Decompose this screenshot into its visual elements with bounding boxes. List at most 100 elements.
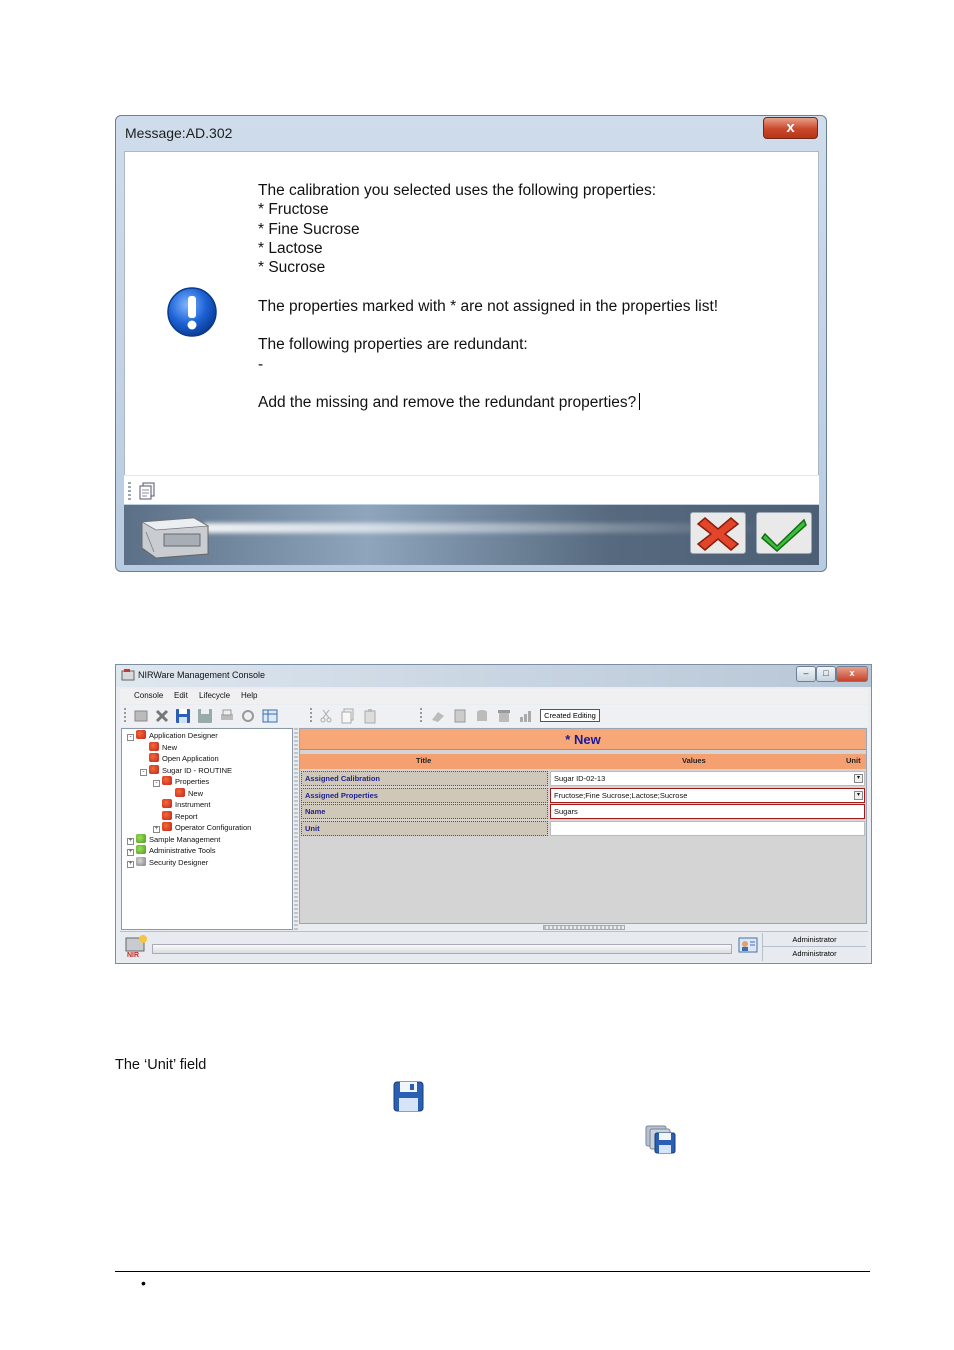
tree-toggle[interactable]: + [127,849,134,856]
property-row: Assigned Properties Fructose;Fine Sucrose… [300,787,866,803]
puzzle-icon [136,730,146,739]
archive-icon[interactable] [496,708,512,724]
dialog-message-line: * Lactose [258,239,323,257]
svg-text:NIR: NIR [127,952,139,959]
app-icon [121,669,135,681]
grid-header-unit: Unit [846,756,861,765]
property-value-field[interactable]: Sugars [550,804,865,819]
property-label: Name [301,804,548,819]
cancel-button[interactable] [690,512,746,554]
tree-toggle[interactable]: + [127,860,134,868]
dialog-footer-banner [124,505,819,565]
message-dialog: Message:AD.302 x The calibration you sel… [115,115,827,572]
maximize-button[interactable]: □ [816,666,836,682]
unit-field-caption: The ‘Unit’ field [115,1057,207,1073]
tree-toggle[interactable]: - [153,780,160,787]
tree-item[interactable]: + Sample Management [127,833,220,845]
cut-icon[interactable] [318,708,334,724]
instrument-device-icon [140,517,210,559]
tree-item-label: New [162,742,178,752]
tree-item[interactable]: New [166,787,204,799]
database-icon[interactable] [474,708,490,724]
dialog-body: The calibration you selected uses the fo… [124,151,819,504]
menu-bar: Console Edit Lifecycle Help [120,689,868,704]
tree-item[interactable]: + Security Designer [127,856,209,868]
tree-toggle[interactable]: - [127,734,134,741]
footer-rule [115,1271,870,1272]
tree-item[interactable]: + Administrative Tools [127,845,216,856]
tree-item-label: Application Designer [149,731,218,740]
chart-icon[interactable] [517,708,533,724]
dialog-message-line: * Fructose [258,201,329,219]
property-value-field[interactable] [550,820,865,836]
copy-icon[interactable] [138,482,156,500]
property-label: Unit [301,820,548,836]
dialog-message-line [258,316,798,335]
property-row: Assigned Calibration Sugar ID-02-13 ▾ [300,771,866,786]
dialog-title: Message:AD.302 [125,125,233,141]
tree-item[interactable]: - Properties [153,776,209,787]
bullet-mark: • [141,1275,146,1291]
refresh-icon[interactable] [240,708,256,724]
grid-view-icon[interactable] [262,708,278,724]
dialog-message-line: - [258,355,264,373]
menu-lifecycle[interactable]: Lifecycle [199,691,230,700]
tree-splitter[interactable] [294,728,298,930]
property-label: Assigned Calibration [301,771,548,786]
property-value-field[interactable]: Sugar ID-02-13 ▾ [550,771,865,786]
window-title: NIRWare Management Console [138,670,266,680]
tree-item-label: Security Designer [149,857,209,867]
property-value-field[interactable]: Fructose;Fine Sucrose;Lactose;Sucrose ▾ [550,787,865,803]
minimize-button[interactable]: – [796,666,816,682]
text-caret [639,393,641,411]
menu-edit[interactable]: Edit [174,691,188,700]
back-icon[interactable] [133,708,149,724]
document-icon[interactable] [452,708,468,724]
puzzle-icon [162,776,172,785]
copy-icon[interactable] [340,708,356,724]
tree-item[interactable]: + Operator Configuration [153,822,251,833]
tree-item-label: New [188,788,204,798]
puzzle-icon [162,799,172,808]
ok-button[interactable] [756,512,812,554]
navigation-tree: - Application Designer New Open Application… [121,728,293,930]
tree-item[interactable]: New [140,741,178,753]
tree-item[interactable]: Report [153,810,198,822]
tree-toggle[interactable]: + [127,837,134,845]
tree-item[interactable]: Open Application [140,753,219,764]
dialog-close-button[interactable]: x [763,117,818,139]
tree-item[interactable]: Instrument [153,799,210,810]
property-row: Name Sugars [300,804,866,819]
dropdown-arrow-icon[interactable]: ▾ [854,774,863,783]
dialog-tool-strip [124,475,819,504]
status-user-name: Administrator [762,933,866,947]
tree-item[interactable]: - Application Designer [127,730,218,741]
tree-item-label: Sugar ID - ROUTINE [162,765,233,775]
puzzle-icon [149,764,159,774]
red-x-icon [696,517,740,551]
print-icon[interactable] [219,708,235,724]
delete-icon[interactable] [154,708,170,724]
menu-console[interactable]: Console [134,691,163,700]
management-console-window: NIRWare Management Console – □ x Console… [115,664,872,964]
tree-item-label: Open Application [162,754,219,763]
stamp-icon[interactable] [430,708,446,724]
menu-help[interactable]: Help [241,691,257,700]
tree-toggle[interactable]: + [153,826,160,833]
paste-icon[interactable] [362,708,378,724]
panel-resize-grip[interactable] [543,925,625,930]
dialog-message-line: The following properties are redundant: [258,336,528,354]
save-icon[interactable] [175,708,191,724]
window-close-button[interactable]: x [836,666,868,682]
dialog-message: The calibration you selected uses the fo… [258,181,798,413]
property-value: Sugar ID-02-13 [554,774,606,783]
dropdown-arrow-icon[interactable]: ▾ [854,790,863,800]
grid-header: Title Values Unit [300,754,866,769]
panel-title: * New [300,729,866,750]
tree-item[interactable]: - Sugar ID - ROUTINE [140,764,233,776]
dialog-message-line: * Fine Sucrose [258,220,360,238]
save-as-icon[interactable] [197,708,213,724]
dialog-message-line: Add the missing and remove the redundant… [258,393,798,412]
puzzle-icon [149,753,159,762]
tree-toggle[interactable]: - [140,768,147,776]
